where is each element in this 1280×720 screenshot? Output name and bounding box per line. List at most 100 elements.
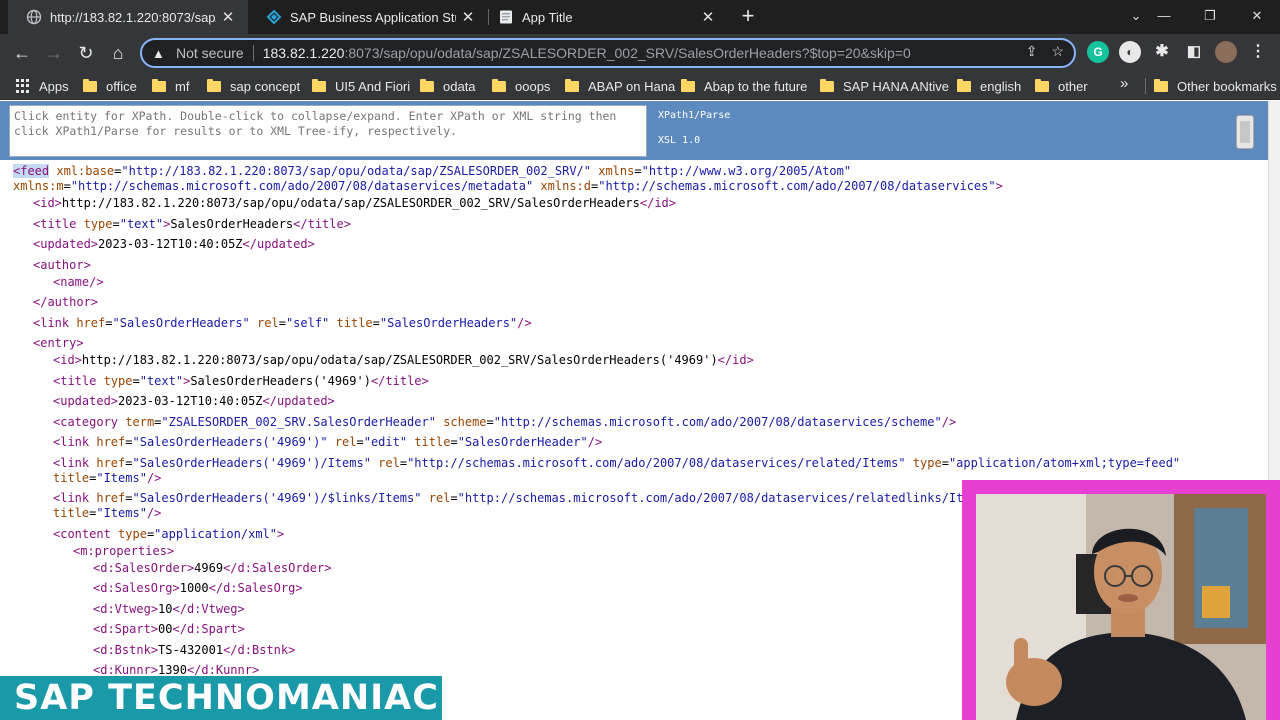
apps-grid-icon [16, 79, 30, 93]
folder-icon [152, 78, 166, 92]
globe-icon [26, 9, 42, 25]
xml-entry-category[interactable]: <category term="ZSALESORDER_002_SRV.Sale… [53, 415, 956, 430]
grammarly-extension-icon[interactable]: G [1087, 41, 1109, 63]
xml-entry-link-links[interactable]: <link href="SalesOrderHeaders('4969')/$l… [53, 491, 971, 506]
extension-circle-icon[interactable]: ◐ [1119, 41, 1141, 63]
bookmark-abap-future[interactable]: Abap to the future [681, 76, 807, 96]
bookmark-mf[interactable]: mf [152, 76, 189, 96]
folder-icon [957, 78, 971, 92]
xml-property[interactable]: <d:SalesOrder>4969</d:SalesOrder> [93, 561, 331, 576]
xml-entry-link-links-title[interactable]: title="Items"/> [53, 506, 161, 521]
xml-entry-link-edit[interactable]: <link href="SalesOrderHeaders('4969')" r… [53, 435, 602, 450]
bookmarks-divider [1145, 78, 1146, 94]
tab-title: http://183.82.1.220:8073/sap/opu [50, 9, 216, 25]
home-icon[interactable]: ⌂ [105, 40, 131, 66]
tab-app-title[interactable]: App Title ✕ [480, 0, 728, 34]
bookmark-label: english [980, 78, 1022, 94]
xml-property[interactable]: <d:SalesOrg>1000</d:SalesOrg> [93, 581, 303, 596]
url-path: :8073/sap/opu/odata/sap/ZSALESORDER_002_… [344, 45, 911, 61]
folder-icon [492, 78, 506, 92]
close-tab-icon[interactable]: ✕ [216, 8, 240, 26]
bookmark-label: ooops [515, 78, 551, 94]
xml-content-open[interactable]: <content type="application/xml"> [53, 527, 284, 542]
warning-icon[interactable]: ▲ [152, 46, 170, 61]
xml-entry-link-items[interactable]: <link href="SalesOrderHeaders('4969')/It… [53, 456, 1180, 471]
bookmark-sap-hana-antive[interactable]: SAP HANA ANtive [820, 76, 949, 96]
xml-author-open[interactable]: <author> [33, 258, 91, 273]
panel-toggle-handle[interactable] [1236, 115, 1254, 149]
folder-icon [420, 78, 434, 92]
xsl-button[interactable]: XSL 1.0 [658, 135, 700, 146]
xml-property[interactable]: <d:Spart>00</d:Spart> [93, 622, 245, 637]
minimize-button[interactable]: — [1141, 0, 1187, 34]
bookmark-label: other [1058, 78, 1088, 94]
bookmark-abap-on-hana[interactable]: ABAP on Hana [565, 76, 675, 96]
bookmark-sap-concept[interactable]: sap concept [207, 76, 300, 96]
folder-icon [83, 78, 97, 92]
share-icon[interactable]: ⇪ [1026, 43, 1038, 60]
omnibox-divider [252, 45, 254, 61]
xml-entry-title[interactable]: <title type="text">SalesOrderHeaders('49… [53, 374, 429, 389]
address-bar[interactable]: ▲ Not secure 183.82.1.220:8073/sap/opu/o… [140, 38, 1076, 68]
tab-sap-bas[interactable]: SAP Business Application Studio ✕ [248, 0, 488, 34]
forward-arrow-icon[interactable]: → [41, 40, 67, 66]
xml-feed-open[interactable]: <feed xml:base="http://183.82.1.220:8073… [13, 164, 851, 179]
folder-icon [1154, 78, 1168, 92]
star-bookmark-icon[interactable]: ☆ [1051, 43, 1064, 60]
back-arrow-icon[interactable]: ← [9, 40, 35, 66]
bookmark-english[interactable]: english [957, 76, 1021, 96]
xml-properties-open[interactable]: <m:properties> [73, 544, 174, 559]
url-text[interactable]: 183.82.1.220:8073/sap/opu/odata/sap/ZSAL… [263, 45, 911, 61]
xml-feed-namespaces[interactable]: xmlns:m="http://schemas.microsoft.com/ad… [13, 179, 1003, 194]
restore-button[interactable]: ❐ [1187, 0, 1233, 34]
xpath-parse-button[interactable]: XPath1/Parse [658, 110, 730, 121]
bookmark-odata[interactable]: odata [420, 76, 476, 96]
xml-author-close[interactable]: </author> [33, 295, 98, 310]
bookmark-other[interactable]: other [1035, 76, 1088, 96]
close-window-button[interactable]: ✕ [1234, 0, 1280, 34]
tab-title: App Title [522, 9, 573, 25]
bookmark-label: office [106, 78, 137, 94]
xml-feed-id[interactable]: <id>http://183.82.1.220:8073/sap/opu/oda… [33, 196, 676, 211]
document-icon [498, 9, 514, 25]
xml-author-name[interactable]: <name/> [53, 275, 104, 290]
xml-entry-updated[interactable]: <updated>2023-03-12T10:40:05Z</updated> [53, 394, 335, 409]
xml-feed-link[interactable]: <link href="SalesOrderHeaders" rel="self… [33, 316, 532, 331]
profile-avatar[interactable] [1215, 41, 1237, 63]
bookmark-label: sap concept [230, 78, 301, 94]
bookmark-label: mf [175, 78, 190, 94]
reload-icon[interactable]: ↻ [73, 40, 99, 66]
xml-entry-link-items-title[interactable]: title="Items"/> [53, 471, 161, 486]
extensions-puzzle-icon[interactable]: ✱ [1151, 41, 1173, 63]
bookmark-office[interactable]: office [83, 76, 137, 96]
other-bookmarks[interactable]: Other bookmarks [1154, 76, 1277, 96]
channel-brand-banner: SAP TECHNOMANIAC [0, 676, 442, 720]
xml-feed-updated[interactable]: <updated>2023-03-12T10:40:05Z</updated> [33, 237, 315, 252]
security-label[interactable]: Not secure [176, 45, 244, 61]
xml-feed-title[interactable]: <title type="text">SalesOrderHeaders</ti… [33, 217, 351, 232]
presenter-video [976, 494, 1266, 720]
xml-property[interactable]: <d:Bstnk>TS-432001</d:Bstnk> [93, 643, 295, 658]
close-tab-icon[interactable]: ✕ [696, 8, 720, 26]
folder-icon [312, 78, 326, 92]
folder-icon [820, 78, 834, 92]
side-panel-icon[interactable]: ◧ [1183, 41, 1205, 63]
bookmark-label: odata [443, 78, 476, 94]
tab-odata[interactable]: http://183.82.1.220:8073/sap/opu ✕ [8, 0, 248, 34]
bookmark-ooops[interactable]: ooops [492, 76, 550, 96]
xml-property[interactable]: <d:Vtweg>10</d:Vtweg> [93, 602, 245, 617]
xpath-panel: XPath1/Parse XSL 1.0 [0, 101, 1280, 160]
bookmark-apps[interactable]: Apps [16, 76, 69, 96]
xpath-input[interactable] [9, 105, 647, 157]
more-bookmarks-chevron-icon[interactable]: » [1120, 75, 1128, 92]
xml-entry-id[interactable]: <id>http://183.82.1.220:8073/sap/opu/oda… [53, 353, 754, 368]
tab-title: SAP Business Application Studio [290, 9, 456, 25]
folder-icon [681, 78, 695, 92]
xml-entry-open[interactable]: <entry> [33, 336, 84, 351]
folder-icon [1035, 78, 1049, 92]
new-tab-button[interactable]: + [737, 0, 759, 34]
bookmark-ui5-fiori[interactable]: UI5 And Fiori [312, 76, 410, 96]
menu-kebab-icon[interactable]: ⋮ [1247, 41, 1269, 63]
bookmark-label: SAP HANA ANtive [843, 78, 949, 94]
close-tab-icon[interactable]: ✕ [456, 8, 480, 26]
